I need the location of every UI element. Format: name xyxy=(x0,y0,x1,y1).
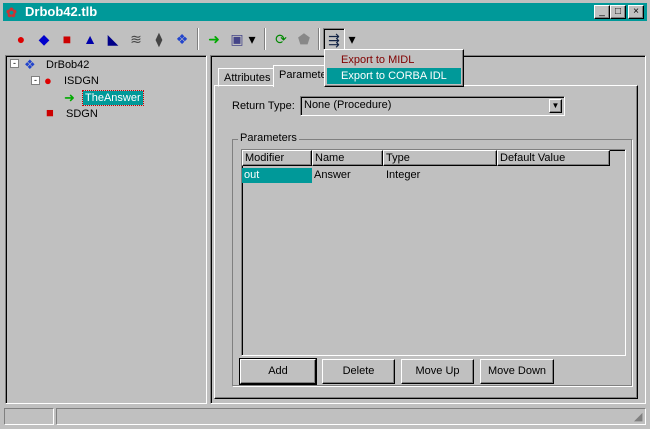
cell-type: Integer xyxy=(386,169,421,181)
toolbar-separator xyxy=(264,28,266,50)
app-icon: ✿ xyxy=(6,5,17,20)
tree-root[interactable]: DrBob42 xyxy=(46,59,89,71)
cell-name: Answer xyxy=(314,169,351,181)
move-down-button[interactable]: Move Down xyxy=(480,359,554,384)
parameters-group-label: Parameters xyxy=(238,132,299,144)
collapse-icon[interactable]: - xyxy=(10,59,19,68)
library-icon: ❖ xyxy=(24,57,36,72)
return-type-select[interactable]: None (Procedure) ▼ xyxy=(300,96,565,116)
title-bar: ✿ Drbob42.tlb xyxy=(3,3,647,21)
dispinterface-icon[interactable]: ◆ xyxy=(33,28,55,50)
status-bar-pane xyxy=(4,408,54,425)
maximize-button[interactable]: □ xyxy=(610,5,626,19)
menu-item-export-midl[interactable]: Export to MIDL xyxy=(327,52,461,68)
column-header-type[interactable]: Type xyxy=(383,150,497,166)
interface-icon[interactable]: ● xyxy=(10,28,32,50)
record-icon[interactable]: ≋ xyxy=(125,28,147,50)
union-icon[interactable]: ⧫ xyxy=(148,28,170,50)
tree-view[interactable]: - ❖ DrBob42 - ● ISDGN ➜ TheAnswer ■ SDGN xyxy=(5,55,207,404)
register-icon[interactable]: ⬟ xyxy=(293,28,315,50)
status-bar-pane xyxy=(56,408,646,425)
property-icon[interactable]: ▣ xyxy=(226,28,248,50)
toolbar-separator xyxy=(197,28,199,50)
alias-icon[interactable]: ◣ xyxy=(102,28,124,50)
tree-item-theanswer[interactable]: TheAnswer xyxy=(82,90,144,106)
module-icon[interactable]: ❖ xyxy=(171,28,193,50)
dropdown-arrow-icon[interactable]: ▼ xyxy=(549,99,562,113)
column-header-name[interactable]: Name xyxy=(312,150,383,166)
toolbar: ● ◆ ■ ▲ ◣ ≋ ⧫ ❖ ➜ ▣ ▾ ⟳ ⬟ ⇶ ▾ xyxy=(0,24,650,52)
collapse-icon[interactable]: - xyxy=(31,76,40,85)
refresh-icon[interactable]: ⟳ xyxy=(270,28,292,50)
tree-item-sdgn[interactable]: SDGN xyxy=(66,108,98,120)
interface-icon: ● xyxy=(44,73,52,88)
return-type-value: None (Procedure) xyxy=(304,99,392,111)
column-header-default-value[interactable]: Default Value xyxy=(497,150,610,166)
menu-item-export-corba-idl[interactable]: Export to CORBA IDL xyxy=(327,68,461,84)
add-button[interactable]: Add xyxy=(239,358,317,385)
return-type-label: Return Type: xyxy=(232,100,295,112)
tree-item-isdgn[interactable]: ISDGN xyxy=(64,75,99,87)
column-header-modifier[interactable]: Modifier xyxy=(242,150,312,166)
resize-grip-icon[interactable]: ◢ xyxy=(634,410,642,423)
toolbar-separator xyxy=(318,28,320,50)
table-row[interactable]: out Answer Integer xyxy=(242,168,622,183)
minimize-button[interactable]: _ xyxy=(594,5,610,19)
export-dropdown-icon[interactable]: ▾ xyxy=(346,28,358,50)
export-menu: Export to MIDL Export to CORBA IDL xyxy=(324,49,464,87)
method-icon: ➜ xyxy=(64,90,75,105)
coclass-icon[interactable]: ■ xyxy=(56,28,78,50)
delete-button[interactable]: Delete xyxy=(322,359,395,384)
coclass-icon: ■ xyxy=(46,105,54,120)
cell-modifier: out xyxy=(242,168,312,183)
close-button[interactable]: × xyxy=(628,5,644,19)
dropdown-arrow-icon[interactable]: ▾ xyxy=(246,28,258,50)
export-icon[interactable]: ⇶ xyxy=(323,28,345,50)
move-up-button[interactable]: Move Up xyxy=(401,359,474,384)
enum-icon[interactable]: ▲ xyxy=(79,28,101,50)
window-title: Drbob42.tlb xyxy=(25,4,98,19)
method-icon[interactable]: ➜ xyxy=(203,28,225,50)
